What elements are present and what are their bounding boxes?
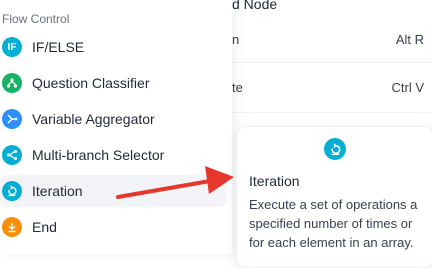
context-menu-item-label: te <box>232 80 243 95</box>
block-item-label: End <box>32 219 57 235</box>
divider <box>232 112 432 113</box>
block-item-label: Multi-branch Selector <box>32 147 165 163</box>
block-item-iteration[interactable]: Iteration <box>0 175 226 207</box>
section-title: Flow Control <box>2 12 70 26</box>
end-icon <box>2 217 22 237</box>
block-item-variable-aggregator[interactable]: Variable Aggregator <box>0 103 226 135</box>
iteration-icon <box>324 138 346 160</box>
iteration-icon <box>2 181 22 201</box>
shortcut-label: Alt R <box>395 32 424 47</box>
context-menu-item-label: n <box>232 32 240 47</box>
multi-branch-selector-icon <box>2 145 22 165</box>
tooltip-title: Iteration <box>249 173 300 189</box>
tooltip-description: Execute a set of operations a specified … <box>249 197 418 250</box>
context-menu-item-run[interactable]: n Alt R <box>232 32 432 52</box>
question-classifier-icon <box>2 73 22 93</box>
block-item-label: Variable Aggregator <box>32 111 155 127</box>
block-item-if-else[interactable]: IF IF/ELSE <box>0 31 226 63</box>
if-else-icon: IF <box>2 37 22 57</box>
divider <box>232 62 432 63</box>
block-item-label: IF/ELSE <box>32 39 85 55</box>
shortcut-label: Ctrl V <box>391 80 425 95</box>
block-item-label: Question Classifier <box>32 75 150 91</box>
context-menu-item-paste[interactable]: te Ctrl V <box>232 80 432 100</box>
block-item-end[interactable]: End <box>0 211 226 243</box>
variable-aggregator-icon <box>2 109 22 129</box>
context-menu-title: d Node <box>232 0 278 12</box>
block-item-question-classifier[interactable]: Question Classifier <box>0 67 226 99</box>
block-tooltip: Iteration Execute a set of operations a … <box>236 126 432 268</box>
block-item-multi-branch-selector[interactable]: Multi-branch Selector <box>0 139 226 171</box>
block-selector-panel: Flow Control IF IF/ELSE Question Classif… <box>0 0 232 254</box>
block-item-label: Iteration <box>32 183 83 199</box>
